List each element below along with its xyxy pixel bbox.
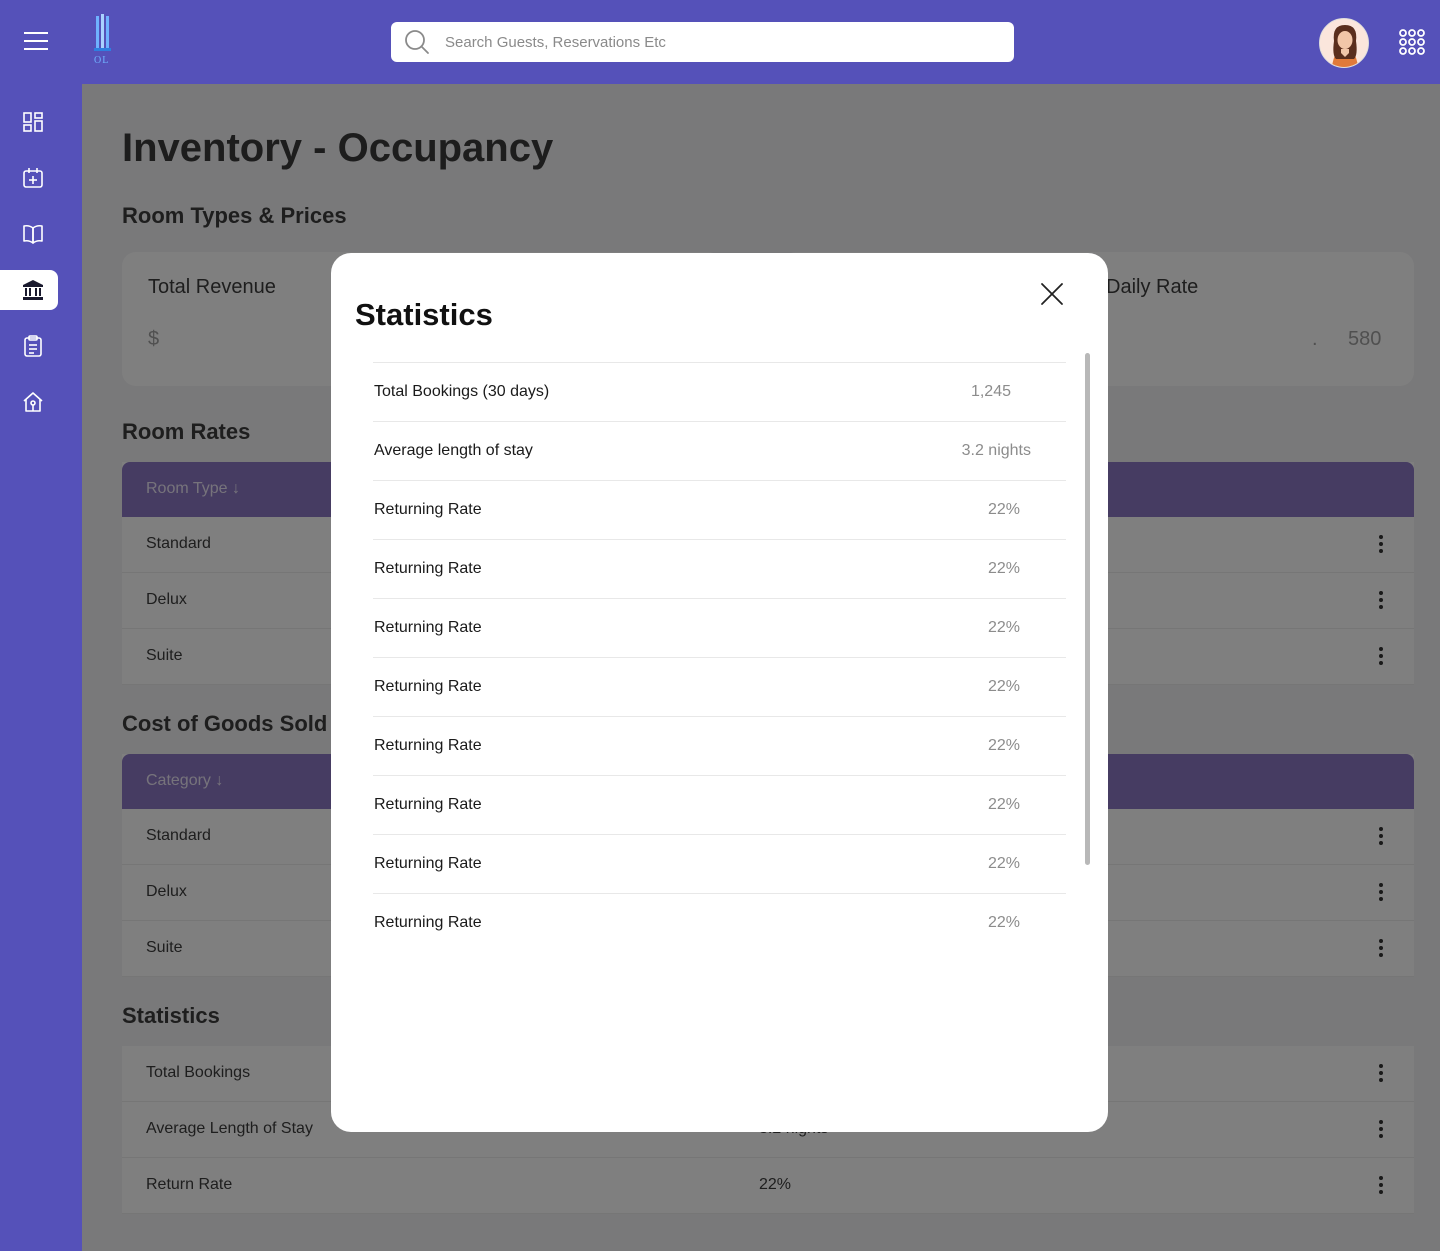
list-item: Returning Rate 22% bbox=[373, 598, 1066, 657]
list-item: Returning Rate 22% bbox=[373, 480, 1066, 539]
sidebar bbox=[0, 84, 82, 1251]
search-bar bbox=[391, 22, 1014, 62]
stat-label: Returning Rate bbox=[374, 914, 482, 931]
sidebar-item-book[interactable] bbox=[0, 214, 58, 254]
close-icon[interactable] bbox=[1039, 281, 1065, 307]
stat-value: 22% bbox=[987, 560, 1020, 577]
dashboard-icon bbox=[23, 112, 43, 132]
calendar-add-icon bbox=[23, 168, 43, 188]
list-item: Average length of stay 3.2 nights bbox=[373, 421, 1066, 480]
sidebar-item-home[interactable] bbox=[0, 382, 58, 422]
stat-value: 22% bbox=[987, 501, 1020, 518]
stat-value: 1,245 bbox=[970, 383, 1011, 400]
stat-label: Returning Rate bbox=[374, 501, 482, 518]
stat-value: 22% bbox=[987, 619, 1020, 636]
stat-value: 22% bbox=[987, 855, 1020, 872]
apps-grid-icon[interactable] bbox=[1399, 29, 1425, 55]
list-item: Returning Rate 22% bbox=[373, 893, 1066, 952]
list-item: Returning Rate 22% bbox=[373, 775, 1066, 834]
stat-label: Returning Rate bbox=[374, 796, 482, 813]
sidebar-item-dashboard[interactable] bbox=[0, 102, 58, 142]
clipboard-icon bbox=[24, 335, 42, 357]
statistics-modal: Statistics Total Bookings (30 days) 1,24… bbox=[331, 253, 1108, 1132]
stats-list: Total Bookings (30 days) 1,245 Average l… bbox=[373, 362, 1066, 952]
hamburger-menu-icon[interactable] bbox=[24, 31, 48, 51]
list-item: Returning Rate 22% bbox=[373, 834, 1066, 893]
list-item: Returning Rate 22% bbox=[373, 539, 1066, 598]
modal-title: Statistics bbox=[355, 297, 493, 332]
list-item: Returning Rate 22% bbox=[373, 716, 1066, 775]
sidebar-item-calendar[interactable] bbox=[0, 158, 58, 198]
stat-value: 22% bbox=[987, 796, 1020, 813]
book-icon bbox=[23, 224, 43, 244]
list-item: Total Bookings (30 days) 1,245 bbox=[373, 362, 1066, 421]
stat-label: Returning Rate bbox=[374, 619, 482, 636]
stat-label: Returning Rate bbox=[374, 855, 482, 872]
stat-value: 22% bbox=[987, 914, 1020, 931]
sidebar-item-clipboard[interactable] bbox=[0, 326, 58, 366]
avatar[interactable] bbox=[1319, 18, 1369, 68]
search-icon[interactable] bbox=[404, 29, 430, 55]
home-icon bbox=[23, 392, 43, 412]
list-item: Returning Rate 22% bbox=[373, 657, 1066, 716]
stat-label: Returning Rate bbox=[374, 560, 482, 577]
stat-label: Total Bookings (30 days) bbox=[374, 383, 550, 400]
stat-value: 3.2 nights bbox=[961, 442, 1031, 459]
stat-label: Returning Rate bbox=[374, 678, 482, 695]
stat-label: Returning Rate bbox=[374, 737, 482, 754]
search-input[interactable] bbox=[445, 22, 995, 62]
avatar-image bbox=[1320, 19, 1368, 67]
stat-value: 22% bbox=[987, 737, 1020, 754]
stat-label: Average length of stay bbox=[374, 442, 533, 459]
stat-value: 22% bbox=[987, 678, 1020, 695]
scrollbar[interactable] bbox=[1085, 353, 1090, 865]
bank-icon bbox=[23, 280, 43, 300]
logo-text: OL bbox=[94, 55, 110, 66]
top-bar: OL bbox=[0, 0, 1440, 84]
sidebar-item-bank[interactable] bbox=[0, 270, 58, 310]
